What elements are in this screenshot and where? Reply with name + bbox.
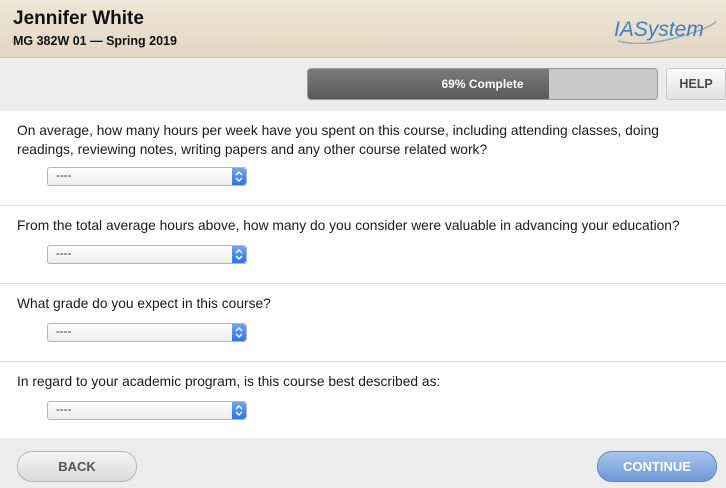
chevron-updown-icon [232, 168, 246, 185]
student-name: Jennifer White [13, 8, 144, 29]
question-4-text: In regard to your academic program, is t… [17, 374, 441, 389]
question-3-select[interactable]: ---- [47, 323, 247, 342]
question-2: From the total average hours above, how … [0, 206, 726, 284]
progress-label: 69% Complete [441, 77, 524, 91]
question-3-text: What grade do you expect in this course? [17, 296, 271, 311]
question-1: On average, how many hours per week have… [0, 111, 726, 206]
back-button[interactable]: BACK [17, 451, 137, 482]
question-4: In regard to your academic program, is t… [0, 362, 726, 438]
question-2-text: From the total average hours above, how … [17, 218, 680, 233]
select-value: ---- [56, 404, 72, 416]
svg-text:IASystem: IASystem [614, 18, 704, 41]
help-button[interactable]: HELP [666, 68, 726, 100]
question-4-select[interactable]: ---- [47, 401, 247, 420]
select-value: ---- [56, 326, 72, 338]
course-title: MG 382W 01 — Spring 2019 [13, 34, 177, 48]
chevron-updown-icon [232, 324, 246, 341]
question-3: What grade do you expect in this course?… [0, 284, 726, 362]
chevron-updown-icon [232, 402, 246, 419]
progress-bar: 69% Complete [307, 68, 658, 100]
question-1-select[interactable]: ---- [47, 167, 247, 186]
header: Jennifer White MG 382W 01 — Spring 2019 … [0, 0, 726, 58]
iasystem-logo: IASystem [614, 18, 716, 44]
continue-button[interactable]: CONTINUE [597, 451, 717, 482]
question-1-text: On average, how many hours per week have… [17, 123, 659, 157]
select-value: ---- [56, 170, 72, 182]
select-value: ---- [56, 248, 72, 260]
question-2-select[interactable]: ---- [47, 245, 247, 264]
chevron-updown-icon [232, 246, 246, 263]
